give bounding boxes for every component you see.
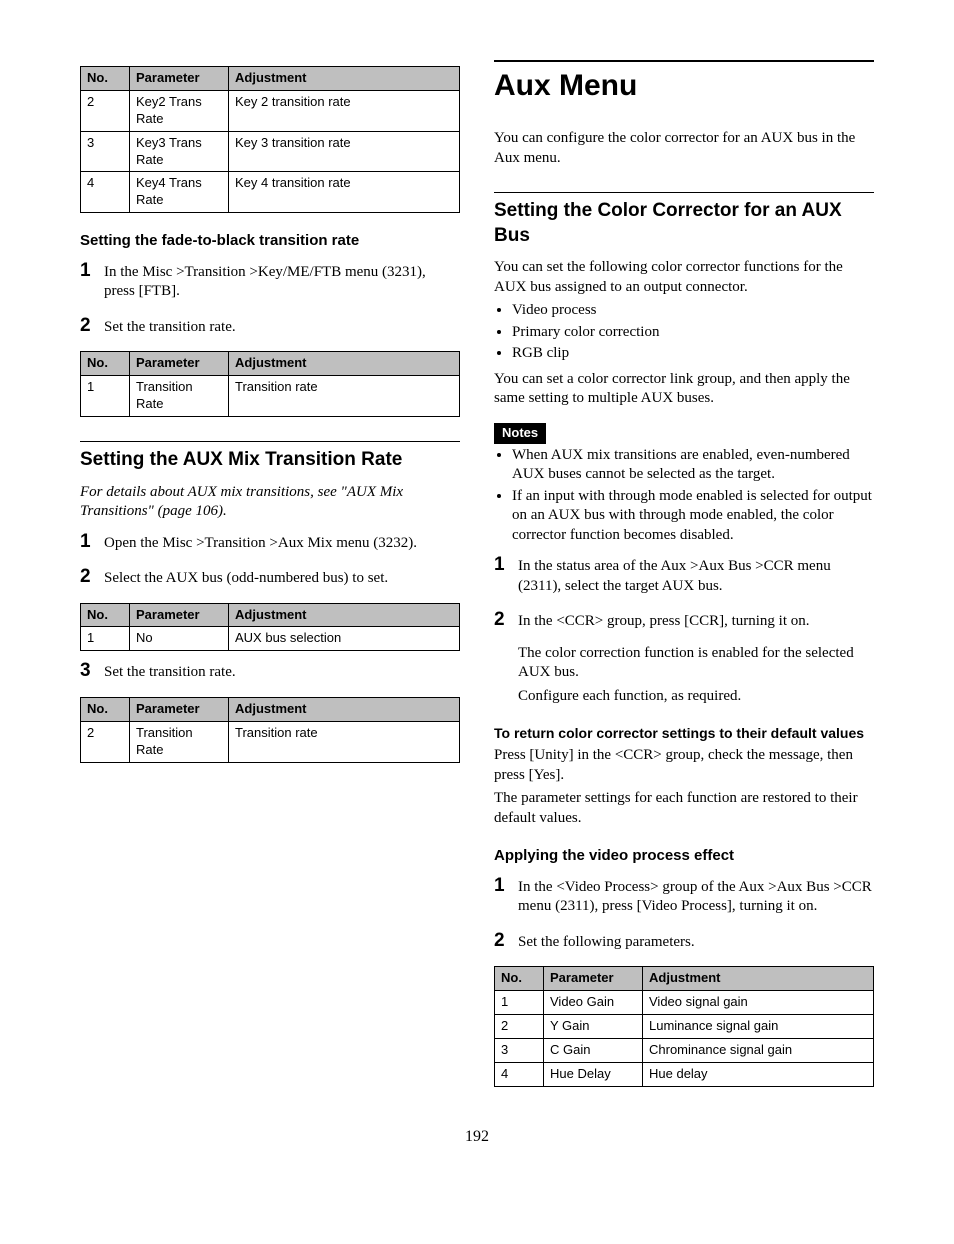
list-item: RGB clip (512, 344, 874, 364)
intro-text: You can configure the color corrector fo… (494, 129, 874, 168)
th-no: No. (81, 67, 130, 91)
step-text: In the Misc >Transition >Key/ME/FTB menu… (104, 263, 460, 302)
step-1: 1 In the Misc >Transition >Key/ME/FTB me… (80, 261, 460, 306)
ccr-func-list: Video process Primary color correction R… (494, 301, 874, 364)
th-param: Parameter (130, 67, 229, 91)
ftb-table: No. Parameter Adjustment 1 Transition Ra… (80, 351, 460, 417)
heading-video-process: Applying the video process effect (494, 846, 874, 866)
table-row: 1 Transition Rate Transition rate (81, 376, 460, 417)
step-text: Set the transition rate. (104, 663, 460, 683)
table-row: 3 C Gain Chrominance signal gain (495, 1039, 874, 1063)
step-2: 2 Set the following parameters. (494, 931, 874, 957)
th-adj: Adjustment (229, 67, 460, 91)
heading-ccr: Setting the Color Corrector for an AUX B… (494, 192, 874, 248)
aux-bus-table: No. Parameter Adjustment 1 No AUX bus se… (80, 603, 460, 652)
step-text: In the status area of the Aux >Aux Bus >… (518, 557, 874, 596)
video-process-table: No. Parameter Adjustment 1 Video Gain Vi… (494, 966, 874, 1086)
page-title: Aux Menu (494, 60, 874, 105)
notes-label: Notes (494, 423, 546, 444)
step-number: 2 (494, 610, 518, 631)
step-text: Set the following parameters. (518, 933, 874, 953)
list-item: If an input with through mode enabled is… (512, 487, 874, 546)
step-text: Set the transition rate. (104, 318, 460, 338)
step-number: 2 (494, 931, 518, 952)
step-number: 1 (494, 555, 518, 576)
key-trans-table: No. Parameter Adjustment 2 Key2 Trans Ra… (80, 66, 460, 213)
table-row: 1 Video Gain Video signal gain (495, 991, 874, 1015)
table-row: 2 Transition Rate Transition rate (81, 721, 460, 762)
step-number: 1 (80, 532, 104, 553)
table-row: 2 Key2 Trans Rate Key 2 transition rate (81, 90, 460, 131)
step-2: 2 Set the transition rate. (80, 316, 460, 342)
notes-list: When AUX mix transitions are enabled, ev… (494, 446, 874, 546)
step-number: 3 (80, 661, 104, 682)
right-column: Aux Menu You can configure the color cor… (494, 60, 874, 1097)
ccr-intro: You can set the following color correcto… (494, 258, 874, 297)
step-text: Configure each function, as required. (518, 687, 874, 707)
list-item: Primary color correction (512, 323, 874, 343)
step-text: Open the Misc >Transition >Aux Mix menu … (104, 534, 460, 554)
list-item: Video process (512, 301, 874, 321)
return-text: Press [Unity] in the <CCR> group, check … (494, 746, 874, 785)
list-item: When AUX mix transitions are enabled, ev… (512, 446, 874, 485)
step-number: 1 (80, 261, 104, 282)
table-row: 3 Key3 Trans Rate Key 3 transition rate (81, 131, 460, 172)
ccr-link-text: You can set a color corrector link group… (494, 370, 874, 409)
table-row: 2 Y Gain Luminance signal gain (495, 1015, 874, 1039)
page-number: 192 (80, 1127, 874, 1148)
table-row: 1 No AUX bus selection (81, 627, 460, 651)
step-1: 1 In the status area of the Aux >Aux Bus… (494, 555, 874, 600)
table-row: 4 Key4 Trans Rate Key 4 transition rate (81, 172, 460, 213)
left-column: No. Parameter Adjustment 2 Key2 Trans Ra… (80, 60, 460, 1097)
step-number: 2 (80, 567, 104, 588)
step-text: Select the AUX bus (odd-numbered bus) to… (104, 569, 460, 589)
heading-return-defaults: To return color corrector settings to th… (494, 724, 874, 742)
heading-ftb: Setting the fade-to-black transition rat… (80, 231, 460, 251)
step-text: In the <Video Process> group of the Aux … (518, 878, 874, 917)
step-text: The color correction function is enabled… (518, 644, 874, 683)
step-number: 2 (80, 316, 104, 337)
aux-rate-table: No. Parameter Adjustment 2 Transition Ra… (80, 697, 460, 763)
heading-aux-mix: Setting the AUX Mix Transition Rate (80, 441, 460, 473)
step-1: 1 Open the Misc >Transition >Aux Mix men… (80, 532, 460, 558)
table-row: 4 Hue Delay Hue delay (495, 1063, 874, 1087)
aux-mix-note: For details about AUX mix transitions, s… (80, 483, 460, 522)
step-number: 1 (494, 876, 518, 897)
step-text: In the <CCR> group, press [CCR], turning… (518, 612, 874, 632)
return-text: The parameter settings for each function… (494, 789, 874, 828)
step-2: 2 In the <CCR> group, press [CCR], turni… (494, 610, 874, 710)
step-2: 2 Select the AUX bus (odd-numbered bus) … (80, 567, 460, 593)
step-1: 1 In the <Video Process> group of the Au… (494, 876, 874, 921)
step-3: 3 Set the transition rate. (80, 661, 460, 687)
